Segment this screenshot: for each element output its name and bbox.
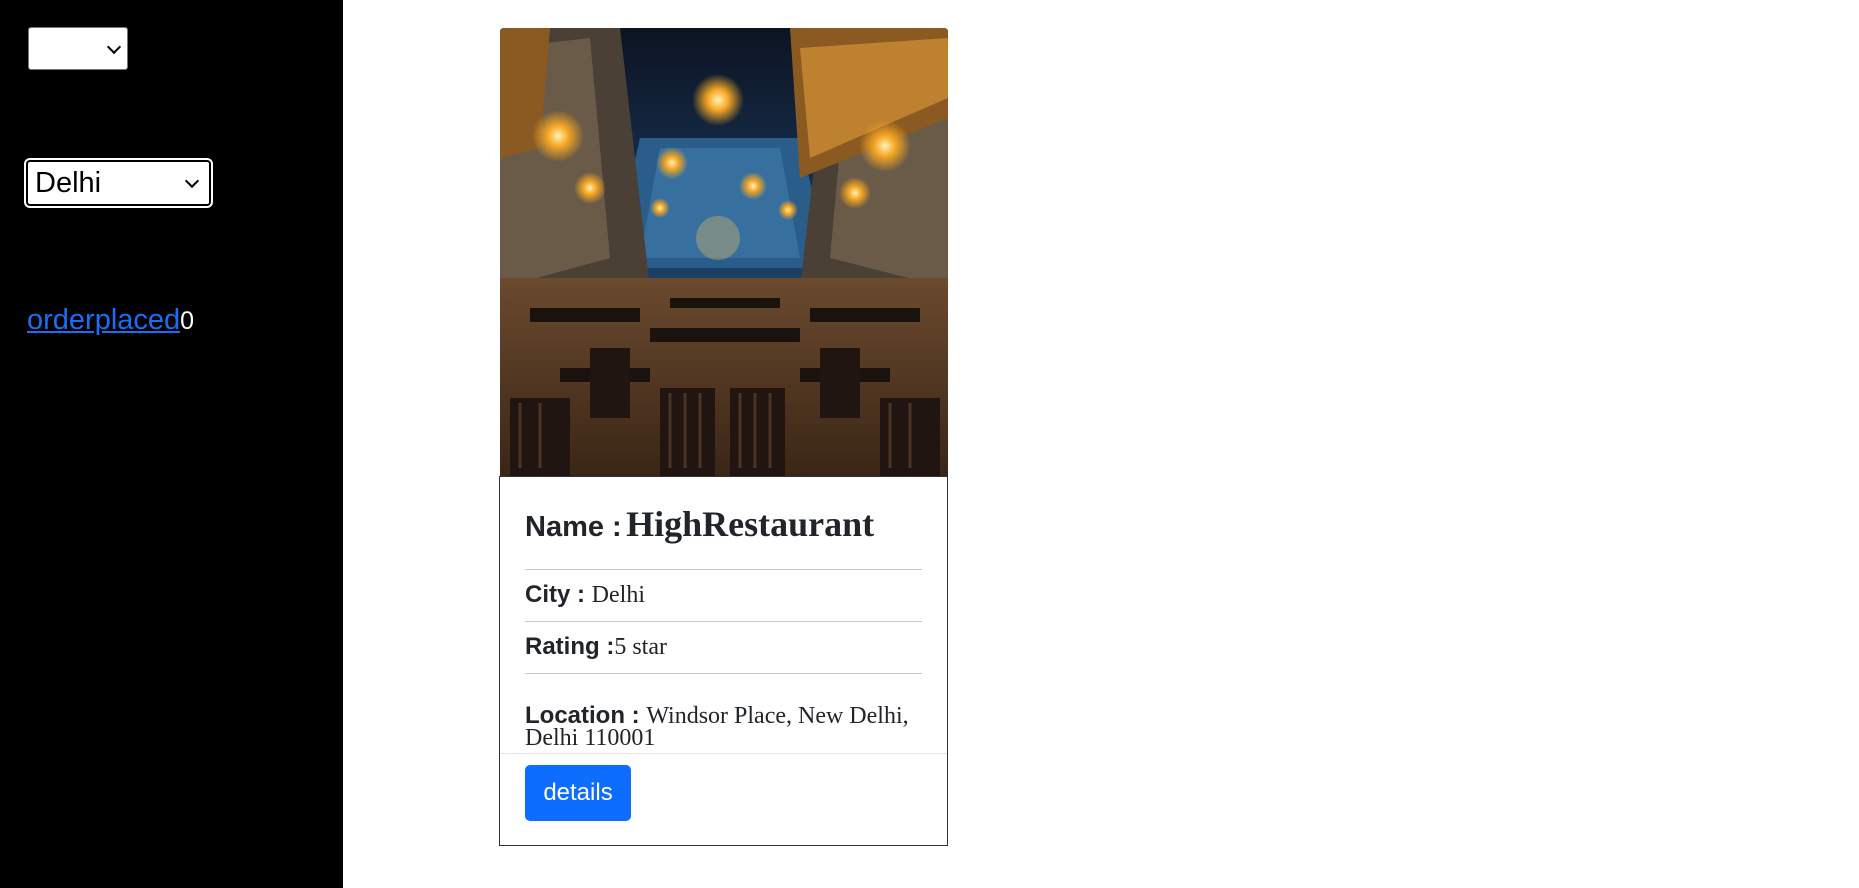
city-field: City : Delhi	[525, 581, 645, 609]
city-label: City :	[525, 581, 585, 608]
card-footer-divider	[500, 753, 947, 754]
order-placed-row: orderplaced0	[27, 302, 194, 339]
city-select-value: Delhi	[35, 167, 102, 199]
rating-field: Rating :5 star	[525, 633, 667, 661]
details-button[interactable]: details	[525, 765, 631, 821]
restaurant-card-body: Name : HighRestaurant City : Delhi Ratin…	[499, 476, 948, 846]
divider	[525, 673, 922, 674]
orderplaced-link[interactable]: orderplaced	[27, 304, 180, 336]
rating-value: 5 star	[614, 634, 667, 660]
rating-label: Rating :	[525, 633, 615, 660]
chevron-down-icon	[184, 173, 200, 189]
order-count: 0	[180, 307, 195, 335]
name-value: HighRestaurant	[626, 504, 875, 544]
chevron-down-icon	[106, 39, 122, 54]
restaurant-name: Name : HighRestaurant	[525, 503, 874, 545]
sidebar: Delhi orderplaced0	[0, 0, 343, 888]
top-select[interactable]	[28, 27, 128, 70]
city-value: Delhi	[591, 582, 645, 608]
divider	[525, 621, 922, 622]
divider	[525, 569, 922, 570]
name-label: Name :	[525, 511, 622, 543]
location-field: Location : Windsor Place, New Delhi, Del…	[525, 704, 925, 751]
restaurant-image	[500, 28, 948, 476]
city-select[interactable]: Delhi	[24, 158, 213, 208]
restaurant-photo-icon	[500, 28, 948, 476]
